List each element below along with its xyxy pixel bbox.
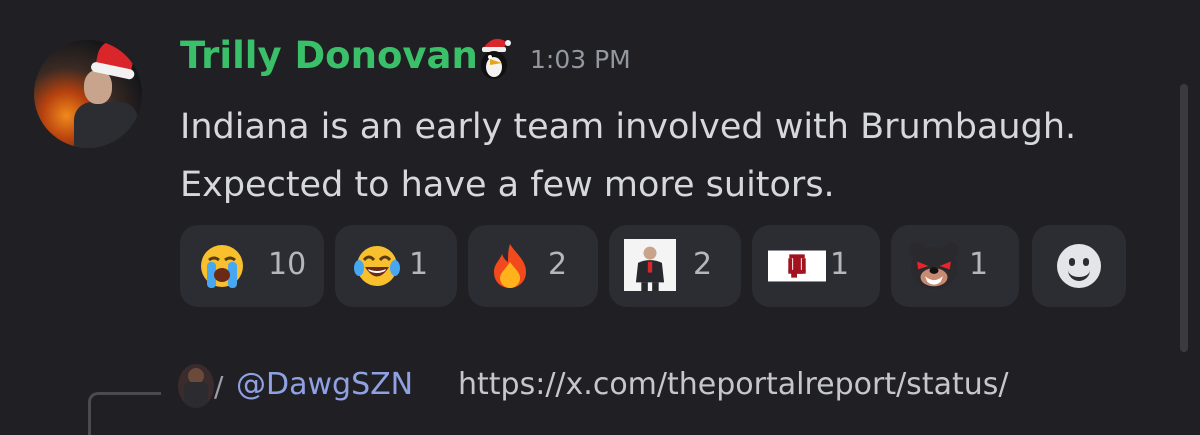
message-line: Expected to have a few more suitors. bbox=[180, 165, 835, 205]
reaction-count: 10 bbox=[268, 247, 307, 282]
fire-emoji bbox=[494, 244, 526, 288]
reaction-count: 1 bbox=[969, 247, 989, 282]
reply-divider: / bbox=[214, 370, 224, 403]
coach-photo-emoji bbox=[624, 239, 676, 291]
reaction-loudly-crying[interactable]: 10 bbox=[180, 225, 324, 307]
tears-of-joy-emoji bbox=[354, 246, 400, 286]
add-reaction-button[interactable] bbox=[1032, 225, 1126, 307]
reply-avatar[interactable] bbox=[178, 364, 214, 408]
indiana-logo-emoji bbox=[768, 250, 826, 282]
reply-username[interactable]: @DawgSZN bbox=[236, 367, 413, 402]
scrollbar[interactable] bbox=[1180, 84, 1188, 352]
reaction-tears-of-joy[interactable]: 1 bbox=[335, 225, 457, 307]
santa-hat-icon bbox=[95, 40, 137, 74]
reaction-count: 1 bbox=[830, 247, 850, 282]
bearcat-emoji bbox=[909, 242, 959, 290]
reaction-count: 1 bbox=[409, 247, 429, 282]
reply-preview-text[interactable]: https://x.com/theportalreport/status/ bbox=[458, 367, 1008, 402]
reaction-bearcat[interactable]: 1 bbox=[891, 225, 1019, 307]
reaction-count: 2 bbox=[548, 247, 568, 282]
penguin-santa-badge-icon bbox=[481, 38, 511, 79]
reaction-count: 2 bbox=[693, 247, 713, 282]
message-avatar[interactable] bbox=[34, 40, 142, 148]
reaction-indiana-logo[interactable]: 1 bbox=[752, 225, 880, 307]
reaction-fire[interactable]: 2 bbox=[468, 225, 598, 307]
smiley-face-icon bbox=[1057, 244, 1101, 288]
reaction-coach-photo[interactable]: 2 bbox=[609, 225, 741, 307]
loudly-crying-face-emoji bbox=[201, 245, 243, 288]
message-timestamp: 1:03 PM bbox=[530, 45, 631, 74]
message-author[interactable]: Trilly Donovan bbox=[180, 34, 478, 77]
message-body: Indiana is an early team involved with B… bbox=[180, 98, 1076, 214]
reply-connector bbox=[88, 392, 161, 435]
message-line: Indiana is an early team involved with B… bbox=[180, 107, 1077, 147]
